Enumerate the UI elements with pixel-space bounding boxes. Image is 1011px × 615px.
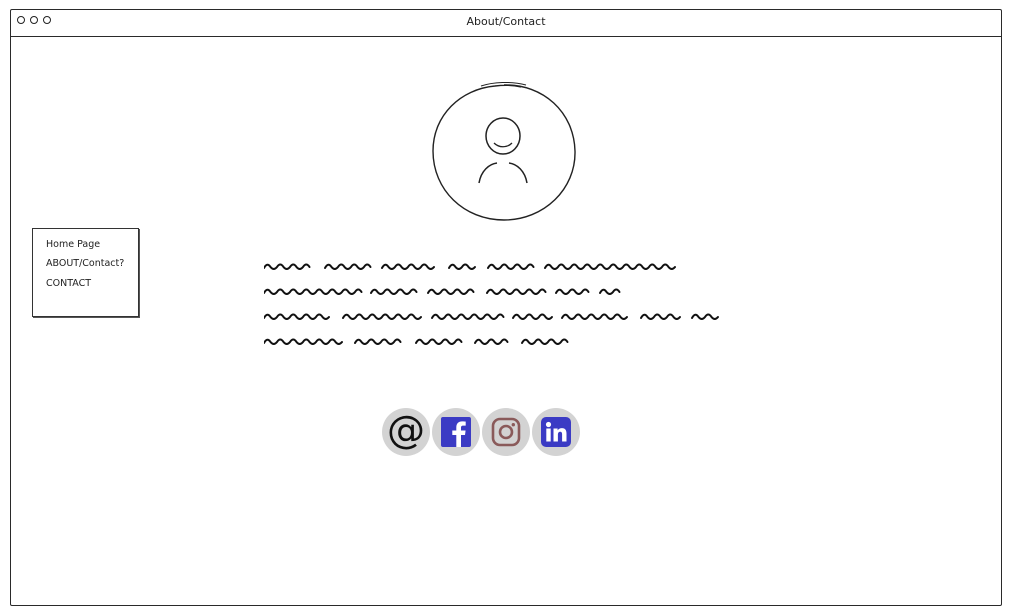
facebook-link-button[interactable] [432, 408, 480, 456]
navigation-menu: Home Page ABOUT/Contact? CONTACT [32, 228, 139, 317]
placeholder-word [264, 263, 311, 270]
placeholder-word [512, 313, 553, 320]
placeholder-word [324, 263, 372, 270]
placeholder-word [431, 313, 505, 320]
placeholder-word [264, 338, 343, 345]
placeholder-word [370, 288, 418, 295]
placeholder-word [474, 338, 509, 345]
linkedin-icon [541, 417, 571, 447]
placeholder-word [521, 338, 569, 345]
placeholder-word [448, 263, 476, 270]
placeholder-word [555, 288, 590, 295]
placeholder-word [415, 338, 463, 345]
nav-item-about-contact[interactable]: ABOUT/Contact? [46, 258, 124, 269]
placeholder-word [691, 313, 719, 320]
instagram-link-button[interactable] [482, 408, 530, 456]
placeholder-word [486, 288, 547, 295]
nav-item-home[interactable]: Home Page [46, 239, 100, 250]
placeholder-word [427, 288, 475, 295]
linkedin-link-button[interactable] [532, 408, 580, 456]
social-links: @ [382, 408, 580, 456]
instagram-icon [491, 417, 521, 447]
facebook-icon [441, 417, 471, 447]
email-link-button[interactable]: @ [382, 408, 430, 456]
placeholder-word [487, 263, 535, 270]
placeholder-word [264, 288, 363, 295]
placeholder-word [381, 263, 435, 270]
placeholder-word [264, 313, 330, 320]
window-titlebar: About/Contact [11, 10, 1001, 37]
nav-item-contact[interactable]: CONTACT [46, 278, 91, 289]
placeholder-word [544, 263, 676, 270]
placeholder-word [342, 313, 422, 320]
placeholder-word [561, 313, 628, 320]
email-at-icon: @ [387, 408, 425, 452]
window-title: About/Contact [466, 15, 546, 28]
placeholder-word [599, 288, 621, 295]
placeholder-word [640, 313, 681, 320]
bio-placeholder-text [264, 263, 719, 345]
user-avatar-icon [432, 82, 576, 221]
placeholder-word [354, 338, 402, 345]
